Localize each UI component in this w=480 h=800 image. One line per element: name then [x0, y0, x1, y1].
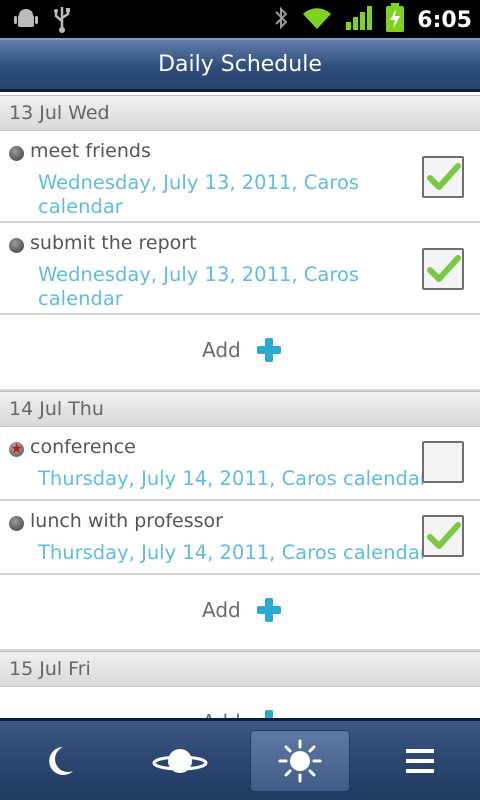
tab-planet[interactable]: [130, 730, 230, 792]
event-title: lunch with professor: [30, 510, 223, 532]
sun-icon: [278, 739, 322, 783]
title-bar: Daily Schedule: [0, 38, 480, 92]
page-title: Daily Schedule: [158, 52, 322, 77]
tab-menu[interactable]: [370, 730, 470, 792]
tab-day[interactable]: [250, 730, 350, 792]
event-title: meet friends: [30, 140, 151, 162]
add-event-button[interactable]: Add: [0, 687, 480, 718]
android-debug-icon: [14, 8, 38, 34]
tab-night[interactable]: [10, 730, 110, 792]
bluetooth-icon: [273, 5, 289, 35]
usb-icon: [52, 5, 72, 37]
planet-icon: [152, 749, 208, 773]
checkmark-icon: [427, 255, 461, 282]
plus-icon: [256, 598, 281, 622]
event-details: Wednesday, July 13, 2011, Caros calendar: [38, 171, 360, 218]
schedule-list[interactable]: 13 Jul Wed meet friends Wednesday, July …: [0, 95, 480, 718]
day-header: 15 Jul Fri: [0, 651, 480, 687]
important-bullet-icon: ★: [9, 441, 24, 457]
moon-icon: [49, 747, 73, 775]
add-label: Add: [202, 710, 241, 718]
add-label: Add: [202, 338, 241, 362]
event-details: Thursday, July 14, 2011, Caros calendar: [38, 467, 428, 490]
checkmark-icon: [427, 522, 461, 549]
event-title: submit the report: [30, 232, 197, 254]
event-item[interactable]: submit the report Wednesday, July 13, 20…: [0, 223, 480, 315]
plus-icon: [256, 338, 281, 362]
bottom-tab-bar: [0, 718, 480, 800]
event-details: Wednesday, July 13, 2011, Caros calendar: [38, 263, 360, 310]
event-done-checkbox[interactable]: [422, 248, 464, 290]
event-item[interactable]: meet friends Wednesday, July 13, 2011, C…: [0, 131, 480, 223]
plus-icon: [257, 710, 281, 718]
event-item[interactable]: lunch with professor Thursday, July 14, …: [0, 501, 480, 575]
add-event-button[interactable]: Add: [0, 575, 480, 651]
event-item[interactable]: ★ conference Thursday, July 14, 2011, Ca…: [0, 427, 480, 501]
checkmark-icon: [427, 163, 461, 190]
day-header: 14 Jul Thu: [0, 391, 480, 427]
event-details: Thursday, July 14, 2011, Caros calendar: [38, 541, 428, 564]
event-bullet-icon: [9, 516, 24, 531]
clock-time: 6:05: [417, 7, 472, 33]
day-header: 13 Jul Wed: [0, 95, 480, 131]
status-bar: 6:05: [0, 0, 480, 38]
add-label: Add: [202, 598, 241, 622]
menu-icon: [406, 749, 434, 773]
wifi-icon: [301, 5, 333, 35]
event-bullet-icon: [9, 146, 24, 161]
event-done-checkbox[interactable]: [422, 156, 464, 198]
event-done-checkbox[interactable]: [422, 515, 464, 557]
event-title: conference: [30, 436, 136, 458]
star-icon: ★: [10, 441, 23, 457]
add-event-button[interactable]: Add: [0, 315, 480, 391]
event-bullet-icon: [9, 238, 24, 253]
battery-charging-icon: [385, 3, 405, 37]
event-done-checkbox[interactable]: [422, 441, 464, 483]
signal-icon: [345, 5, 373, 35]
